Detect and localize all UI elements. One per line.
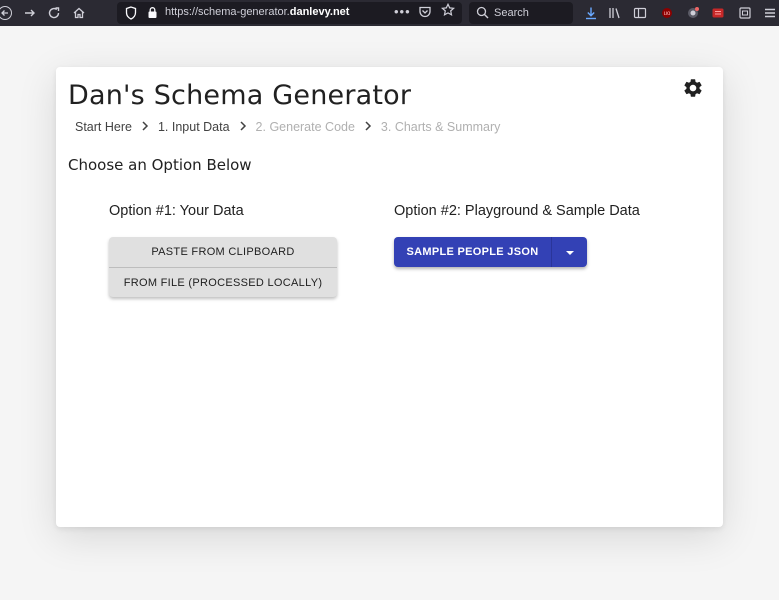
search-bar[interactable]: Search: [469, 2, 573, 24]
extension-icon[interactable]: [684, 4, 702, 22]
bookmark-star-icon[interactable]: [440, 2, 456, 20]
url-prefix: https://schema-generator.: [165, 6, 290, 18]
library-icon[interactable]: [606, 4, 624, 22]
browser-toolbar: https://schema-generator.danlevy.net •••…: [0, 0, 779, 26]
lock-icon[interactable]: [147, 6, 158, 22]
home-icon[interactable]: [68, 0, 90, 26]
sidebar-icon[interactable]: [631, 4, 649, 22]
choose-option-label: Choose an Option Below: [68, 156, 252, 174]
input-button-group: PASTE FROM CLIPBOARD FROM FILE (PROCESSE…: [109, 237, 337, 297]
sample-dropdown-toggle[interactable]: [551, 237, 587, 267]
breadcrumb-input-data[interactable]: 1. Input Data: [158, 120, 230, 134]
page-actions-more-icon[interactable]: •••: [394, 4, 411, 19]
from-file-button[interactable]: FROM FILE (PROCESSED LOCALLY): [109, 267, 337, 297]
url-text[interactable]: https://schema-generator.danlevy.net: [165, 6, 349, 18]
address-bar[interactable]: https://schema-generator.danlevy.net •••: [117, 2, 462, 24]
ublock-icon[interactable]: uo: [658, 4, 676, 22]
svg-text:uo: uo: [664, 11, 671, 17]
breadcrumb-generate-code: 2. Generate Code: [255, 120, 355, 134]
breadcrumb-start-here[interactable]: Start Here: [75, 120, 132, 134]
forward-icon[interactable]: [19, 0, 41, 26]
caret-down-icon: [565, 243, 575, 261]
option2-heading: Option #2: Playground & Sample Data: [394, 203, 640, 219]
sample-people-json-button[interactable]: SAMPLE PEOPLE JSON: [394, 237, 551, 267]
chevron-right-icon: [132, 120, 158, 134]
url-host: danlevy.net: [289, 6, 350, 18]
main-card: Dan's Schema Generator Start Here 1. Inp…: [56, 67, 723, 527]
gear-icon[interactable]: [682, 77, 704, 99]
back-icon[interactable]: [0, 0, 16, 26]
paste-from-clipboard-button[interactable]: PASTE FROM CLIPBOARD: [109, 237, 337, 267]
page-title: Dan's Schema Generator: [68, 80, 412, 111]
tracking-shield-icon[interactable]: [125, 6, 137, 23]
pocket-icon[interactable]: [418, 5, 432, 22]
sample-data-split-button: SAMPLE PEOPLE JSON: [394, 237, 587, 267]
breadcrumb-charts-summary: 3. Charts & Summary: [380, 120, 501, 134]
download-icon[interactable]: [582, 4, 600, 22]
extension-red-icon[interactable]: [709, 4, 727, 22]
breadcrumb: Start Here 1. Input Data 2. Generate Cod…: [75, 119, 500, 135]
reload-icon[interactable]: [43, 0, 65, 26]
search-placeholder: Search: [494, 7, 529, 19]
screenshot-icon[interactable]: [736, 4, 754, 22]
menu-icon[interactable]: [761, 4, 779, 22]
chevron-right-icon: [230, 120, 256, 134]
search-icon: [476, 6, 489, 24]
chevron-right-icon: [355, 120, 381, 134]
option1-heading: Option #1: Your Data: [109, 203, 244, 219]
